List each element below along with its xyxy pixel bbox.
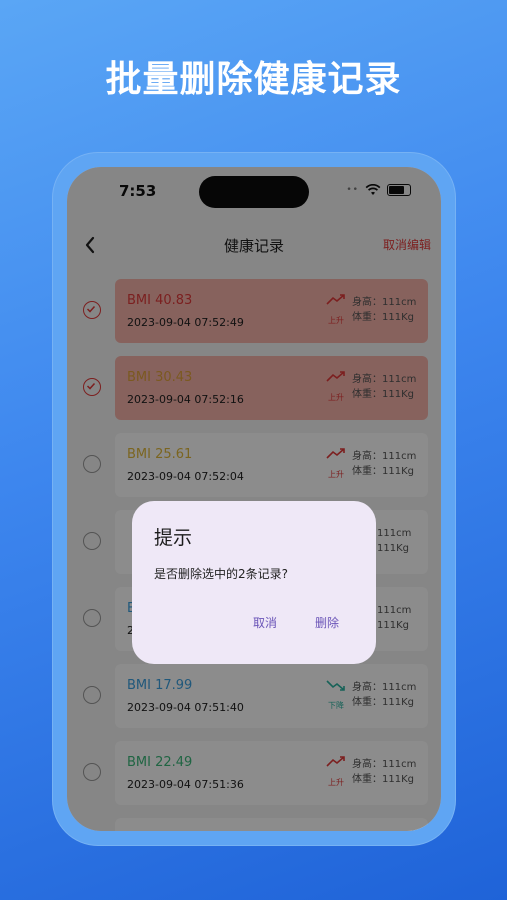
modal-overlay[interactable] xyxy=(67,167,441,831)
dialog-message: 是否删除选中的2条记录? xyxy=(154,567,289,581)
dialog-title: 提示 xyxy=(154,527,193,549)
headline: 批量删除健康记录 xyxy=(105,59,402,100)
dialog-delete-button[interactable]: 删除 xyxy=(315,614,339,631)
phone-screen: 7:53 •• 健康记录 取消编辑 BMI 40.83 2023-09-04 0… xyxy=(67,167,441,831)
confirm-dialog: 提示 是否删除选中的2条记录? 取消 删除 xyxy=(132,501,376,664)
dialog-cancel-button[interactable]: 取消 xyxy=(253,614,277,631)
